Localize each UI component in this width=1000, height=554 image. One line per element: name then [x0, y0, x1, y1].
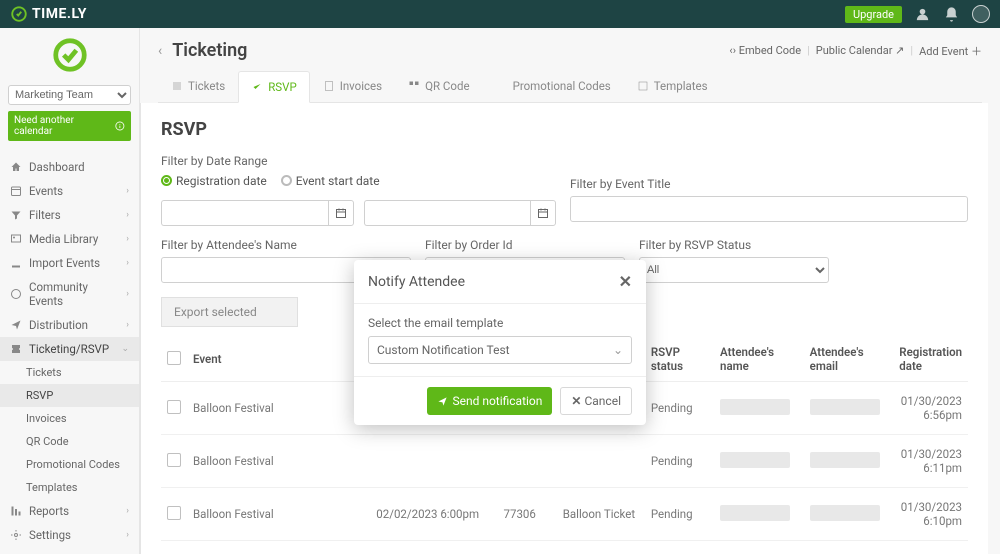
modal-overlay: Notify Attendee ✕ Select the email templ… [0, 0, 1000, 554]
cancel-button[interactable]: ✕ Cancel [560, 387, 632, 415]
modal-label: Select the email template [368, 316, 503, 330]
close-icon: ✕ [571, 394, 581, 408]
notify-attendee-modal: Notify Attendee ✕ Select the email templ… [354, 260, 646, 425]
email-template-select[interactable]: Custom Notification Test ⌄ [368, 336, 632, 364]
close-icon[interactable]: ✕ [619, 272, 632, 291]
send-icon [437, 396, 448, 407]
chevron-down-icon: ⌄ [613, 343, 623, 357]
send-notification-button[interactable]: Send notification [427, 387, 552, 415]
modal-title: Notify Attendee [368, 274, 465, 290]
